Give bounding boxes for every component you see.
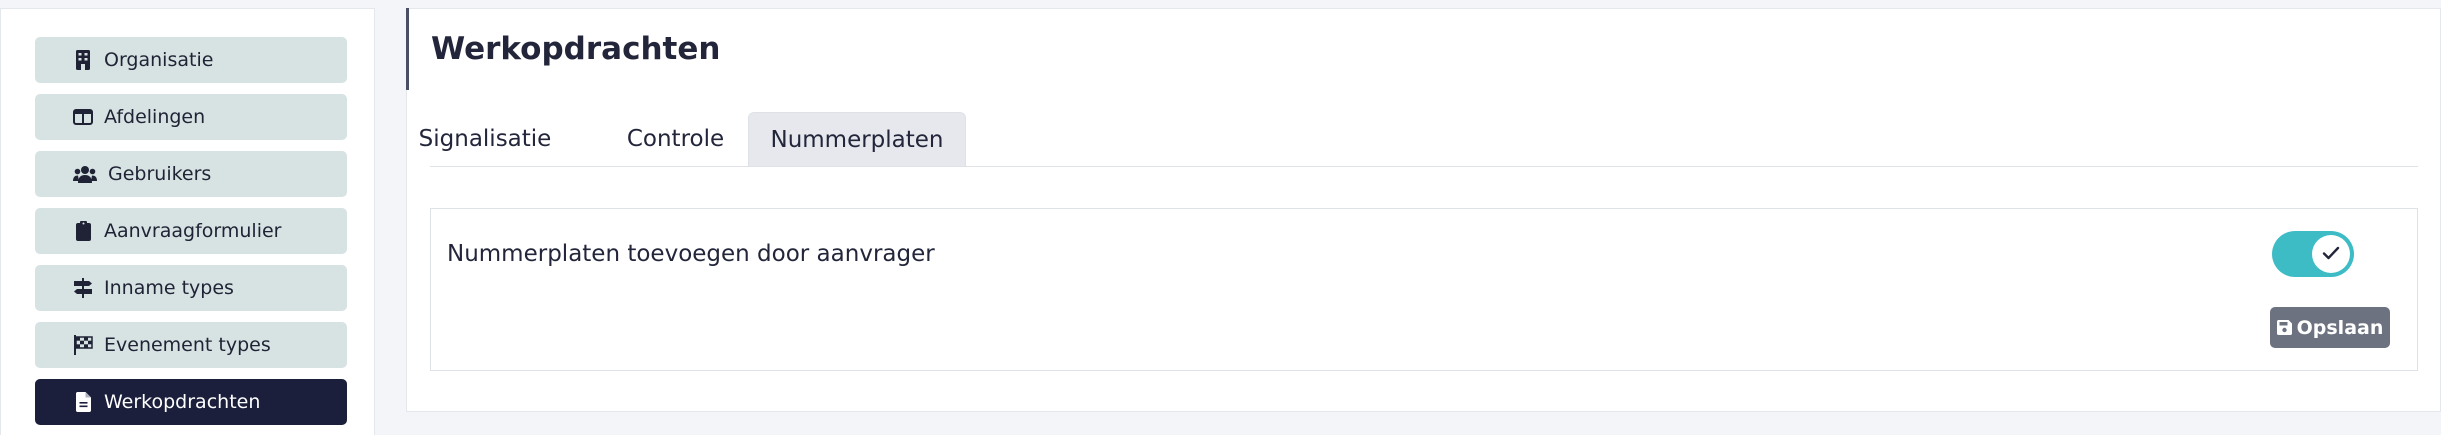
clipboard-icon	[73, 221, 93, 241]
flag-checkered-icon	[73, 335, 93, 355]
building-icon	[73, 50, 93, 70]
sidebar-item-aanvraagformulier[interactable]: Aanvraagformulier	[35, 208, 347, 254]
tab-label: Controle	[626, 126, 725, 152]
sidebar-item-gebruikers[interactable]: Gebruikers	[35, 151, 347, 197]
sidebar-item-label: Aanvraagformulier	[104, 220, 282, 242]
sidebar-item-label: Inname types	[104, 277, 234, 299]
page-title: Werkopdrachten	[431, 31, 721, 67]
nummerplaten-toggle[interactable]	[2272, 231, 2354, 277]
sidebar-item-organisatie[interactable]: Organisatie	[35, 37, 347, 83]
sidebar-item-label: Evenement types	[104, 334, 271, 356]
tab-bar: Signalisatie Controle Nummerplaten	[419, 112, 2418, 167]
sidebar-item-label: Gebruikers	[108, 163, 212, 185]
setting-label: Nummerplaten toevoegen door aanvrager	[447, 241, 935, 267]
settings-sidebar: Organisatie Afdelingen Gebruikers Aanvra…	[0, 8, 375, 435]
save-button[interactable]: Opslaan	[2270, 307, 2390, 348]
floppy-disk-icon	[2276, 320, 2292, 335]
tab-nummerplaten[interactable]: Nummerplaten	[748, 112, 966, 166]
sidebar-item-werkopdrachten[interactable]: Werkopdrachten	[35, 379, 347, 425]
sidebar-item-label: Organisatie	[104, 49, 214, 71]
save-button-label: Opslaan	[2296, 316, 2384, 339]
signs-post-icon	[73, 278, 93, 298]
sidebar-item-inname-types[interactable]: Inname types	[35, 265, 347, 311]
main-panel: Werkopdrachten Signalisatie Controle Num…	[406, 8, 2441, 412]
sidebar-item-label: Werkopdrachten	[104, 391, 261, 413]
tab-controle[interactable]: Controle	[603, 112, 748, 166]
sidebar-item-evenement-types[interactable]: Evenement types	[35, 322, 347, 368]
toggle-knob	[2312, 235, 2350, 273]
table-columns-icon	[73, 107, 93, 127]
sidebar-item-label: Afdelingen	[104, 106, 206, 128]
tab-label: Signalisatie	[418, 126, 552, 152]
check-icon	[2322, 245, 2340, 264]
users-icon	[73, 164, 97, 184]
sidebar-item-afdelingen[interactable]: Afdelingen	[35, 94, 347, 140]
tab-signalisatie[interactable]: Signalisatie	[419, 112, 552, 166]
title-accent-divider	[406, 8, 409, 90]
tab-label: Nummerplaten	[770, 126, 944, 153]
file-lines-icon	[73, 392, 93, 412]
settings-card: Nummerplaten toevoegen door aanvrager Op…	[430, 208, 2418, 371]
